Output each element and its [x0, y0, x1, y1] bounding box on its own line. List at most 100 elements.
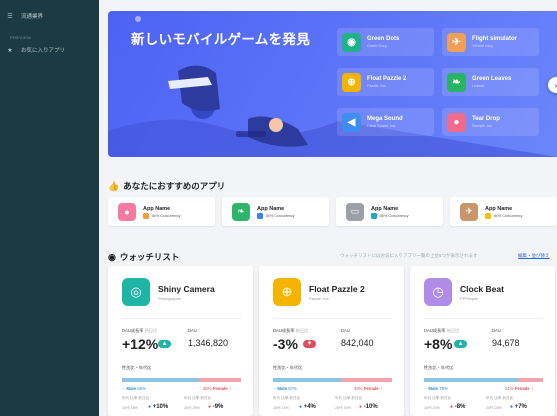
app-name: App Name: [143, 205, 171, 212]
female-ratio: 21% Female ♀: [505, 386, 535, 391]
watchlist-card[interactable]: ◎ Shiny Camera Photographs DAU成長率 前日比 DA…: [108, 266, 253, 416]
age-change-2: ● -9%: [208, 404, 224, 410]
leaf-icon: ❧: [447, 72, 466, 92]
next-arrow-button[interactable]: ›: [548, 77, 557, 93]
recommended-app-card[interactable]: ▭ App Name 80% Concurrency: [336, 197, 443, 226]
game-card-green-dots[interactable]: ◉ Green Dots Green Corp.: [337, 28, 434, 56]
age-group-1: 10代 20%: [424, 406, 440, 410]
leaf-icon: ❧: [232, 202, 250, 221]
game-card-mega-sound[interactable]: ◀ Mega Sound Clear Sound, Inc.: [337, 108, 434, 136]
app-concurrency: 80% Concurrency: [494, 213, 523, 218]
male-ratio: ♂ Male 65%: [122, 386, 146, 391]
app-concurrency: 80% Concurrency: [266, 213, 295, 218]
dau-label: DAU: [492, 328, 501, 333]
age-group-2: 20代 30%: [335, 406, 351, 410]
recommended-title-text: あなたにおすすめのアプリ: [123, 181, 226, 191]
watchlist-section-title: ◉ ウォッチリスト: [108, 251, 179, 263]
recommended-app-card[interactable]: ❧ App Name 80% Concurrency: [222, 197, 329, 226]
watchlist-app-developer: Pazzle, Inc.: [309, 296, 330, 301]
male-ratio-fill: [424, 378, 518, 382]
airplane-icon: ✈: [447, 32, 466, 52]
age-cols-2: 年代 比率 前日比: [184, 396, 212, 400]
green-dots-icon: ◉: [342, 32, 361, 52]
concurrency-icon: [485, 212, 491, 219]
sidebar-item-favorites[interactable]: ★ お気に入りアプリ: [0, 42, 99, 58]
female-ratio: 35% Female ♀: [203, 386, 233, 391]
gender-age-label: 性別比・年代比: [424, 365, 454, 370]
age-change-2: ● +7%: [510, 404, 527, 410]
age-change-1: ● +4%: [299, 404, 316, 410]
divider: [424, 318, 543, 319]
game-card-flight-simulator[interactable]: ✈ Flight simulator Vehicle corp.: [442, 28, 539, 56]
gender-ratio-bar: [424, 378, 543, 382]
sidebar-item-industry[interactable]: ☰ 流通業界: [0, 8, 99, 24]
age-group-1: 10代 18%: [122, 406, 138, 410]
watchlist-app-developer: Photographs: [158, 296, 181, 301]
app-name: App Name: [371, 205, 399, 212]
sidebar: ☰ 流通業界 PREVIEW ★ お気に入りアプリ: [0, 0, 99, 416]
sidebar-section-label: PREVIEW: [10, 35, 32, 40]
drop-icon: ●: [118, 202, 136, 221]
dau-value: 1,346,820: [188, 338, 229, 348]
concurrency-icon: [371, 212, 377, 219]
recommended-app-card[interactable]: ● App Name 80% Concurrency: [108, 197, 215, 226]
recommended-section-title: 👍 あなたにおすすめのアプリ: [108, 180, 225, 192]
age-change-1: ● -8%: [450, 404, 466, 410]
gender-ratio-bar: [273, 378, 392, 382]
thumbs-up-icon: 👍: [108, 180, 120, 191]
clock-icon: ◷: [424, 278, 452, 306]
game-card-float-pazzle[interactable]: ⊕ Float Pazzle 2 Pazzle, Inc.: [337, 68, 434, 96]
edit-sort-link[interactable]: 編集・並び替え: [518, 253, 550, 259]
divider: [273, 318, 392, 319]
age-change-2: ● -10%: [359, 404, 378, 410]
dau-growth-value: -3%: [273, 336, 298, 352]
age-cols-2: 年代 比率 前日比: [335, 396, 363, 400]
female-ratio: 43% Female ♀: [354, 386, 384, 391]
star-icon: ★: [7, 47, 13, 54]
app-name: App Name: [485, 205, 513, 212]
dau-label: DAU: [341, 328, 350, 333]
male-ratio: ♂ Male 79%: [424, 386, 448, 391]
airplane-icon: ✈: [460, 202, 478, 221]
age-change-1: ● +10%: [148, 404, 169, 410]
age-group-2: 20代 25%: [184, 406, 200, 410]
watchlist-app-name: Shiny Camera: [158, 284, 215, 294]
gender-age-label: 性別比・年代比: [273, 365, 303, 370]
recommended-app-card[interactable]: ✈ App Name 80% Concurrency: [450, 197, 557, 226]
watchlist-card[interactable]: ◷ Clock Beat PPPeople DAU成長率 前日比 DAU +8%…: [410, 266, 555, 416]
gamepad-icon: ▭: [346, 202, 364, 221]
watchlist-note: ウォッチリストにはお気に入りアプリ一覧の上位5つが表示されます: [340, 253, 478, 258]
dau-label: DAU: [188, 328, 197, 333]
age-cols-1: 年代 比率 前日比: [424, 396, 452, 400]
watchlist-app-name: Float Pazzle 2: [309, 284, 365, 294]
dau-value: 842,040: [341, 338, 374, 348]
game-card-tear-drop[interactable]: ● Tear Drop Sample, Inc.: [442, 108, 539, 136]
dau-growth-label: DAU成長率 前日比: [424, 328, 460, 333]
down-arrow-icon: ▼: [303, 340, 316, 348]
watchlist-card[interactable]: ⊕ Float Pazzle 2 Pazzle, Inc. DAU成長率 前日比…: [259, 266, 404, 416]
drop-icon: ●: [447, 112, 466, 132]
dau-growth-label: DAU成長率 前日比: [273, 328, 309, 333]
concurrency-icon: [143, 212, 149, 219]
age-cols-2: 年代 比率 前日比: [486, 396, 514, 400]
male-ratio-fill: [122, 378, 200, 382]
game-card-green-leaves[interactable]: ❧ Green Leaves Leaves: [442, 68, 539, 96]
up-arrow-icon: ▲: [454, 340, 467, 348]
sidebar-item-label: お気に入りアプリ: [21, 48, 66, 54]
male-ratio-fill: [273, 378, 341, 382]
age-cols-1: 年代 比率 前日比: [273, 396, 301, 400]
watchlist-app-name: Clock Beat: [460, 284, 504, 294]
watchlist-app-developer: PPPeople: [460, 296, 478, 301]
lifebuoy-icon: ⊕: [342, 72, 361, 92]
app-concurrency: 80% Concurrency: [152, 213, 181, 218]
hero-title: 新しいモバイルゲームを発見: [131, 32, 310, 47]
dau-growth-value: +12%: [122, 336, 159, 352]
app-name: App Name: [257, 205, 285, 212]
gender-age-label: 性別比・年代比: [122, 365, 152, 370]
megaphone-icon: ◀: [342, 112, 361, 132]
divider: [122, 318, 241, 319]
camera-icon: ◎: [122, 278, 150, 306]
binoculars-icon: ◉: [108, 251, 116, 262]
hero-banner: 新しいモバイルゲームを発見 ◉ Green Dots Green Corp. ✈ …: [108, 11, 557, 157]
up-arrow-icon: ▲: [158, 340, 171, 348]
